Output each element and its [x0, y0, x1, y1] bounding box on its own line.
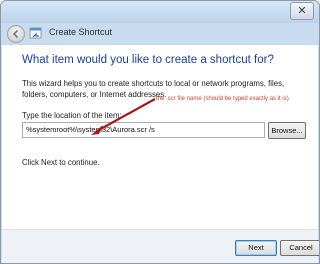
page-heading: What item would you like to create a sho… [22, 54, 274, 66]
title-bar: ✕ [1, 1, 319, 23]
back-arrow-icon [12, 29, 19, 39]
next-button[interactable]: Next [235, 240, 277, 256]
browse-button[interactable]: Browse... [268, 122, 306, 139]
close-icon: ✕ [297, 5, 307, 17]
continue-hint: Click Next to continue. [22, 158, 100, 167]
wizard-footer: Next Cancel [2, 229, 319, 263]
close-button[interactable]: ✕ [290, 2, 314, 20]
annotation-note: the .scr file name (should be typed exac… [156, 96, 291, 102]
back-button[interactable] [7, 25, 25, 43]
shortcut-wizard-icon [29, 27, 42, 39]
cancel-button[interactable]: Cancel [280, 240, 319, 256]
location-label: Type the location of the item: [22, 111, 122, 120]
wizard-content: What item would you like to create a sho… [2, 45, 318, 229]
location-input[interactable]: %systemroot%\system32\Aurora.scr /s [22, 122, 265, 138]
create-shortcut-window: ✕ Create Shortcut What item would you li… [0, 0, 320, 264]
window-title: Create Shortcut [49, 27, 113, 37]
